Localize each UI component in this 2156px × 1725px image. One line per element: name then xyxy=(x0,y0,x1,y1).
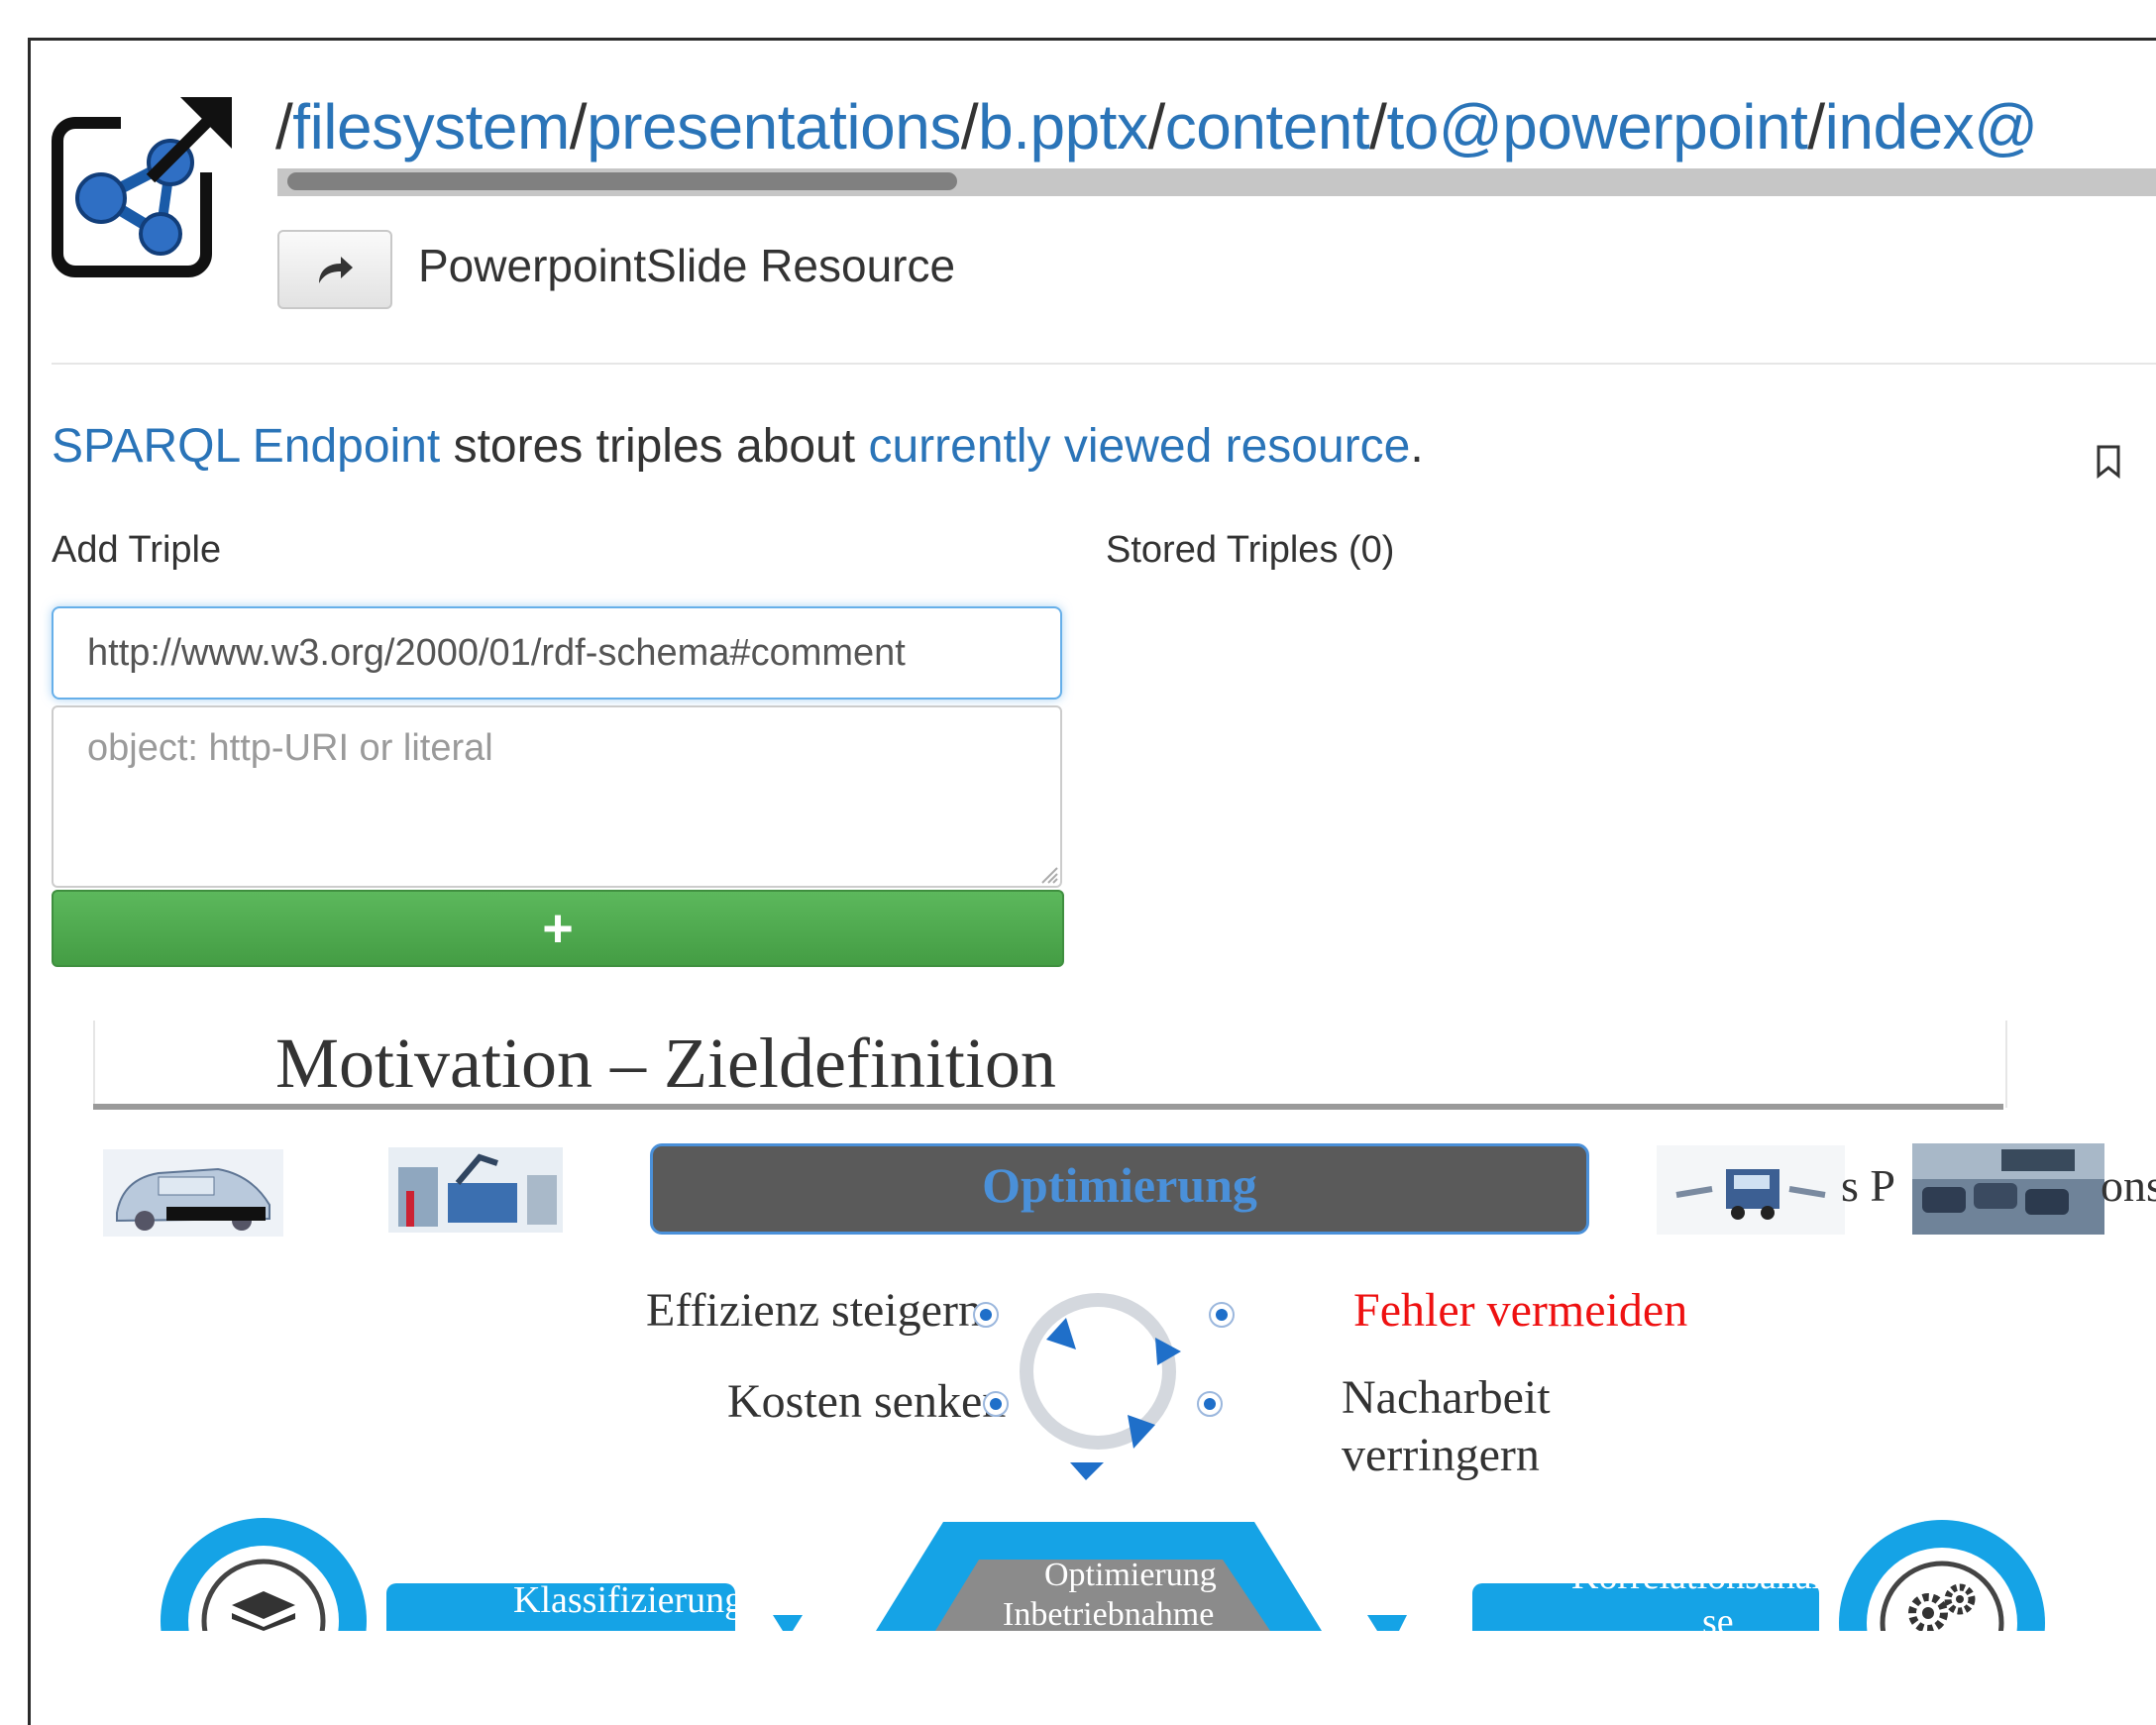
sparql-endpoint-link[interactable]: SPARQL Endpoint xyxy=(52,420,440,473)
resource-type-label: PowerpointSlide Resource xyxy=(418,240,956,291)
path-scrollbar-thumb[interactable] xyxy=(287,172,957,190)
partial-slide-text: s P xyxy=(1841,1160,1895,1211)
share-button[interactable] xyxy=(277,230,392,309)
header-divider xyxy=(52,363,2156,365)
bullet-dot-icon xyxy=(983,1391,1009,1417)
add-triple-heading: Add Triple xyxy=(52,529,222,571)
sparql-info-end: . xyxy=(1410,420,1424,473)
current-resource-link[interactable]: currently viewed resource xyxy=(868,420,1410,473)
goal-reduce-rework-line1: Nacharbeit xyxy=(1342,1371,1551,1424)
path-separator: / xyxy=(275,91,293,162)
optimization-banner: Optimierung xyxy=(650,1143,1589,1235)
sparql-info-middle: stores triples about xyxy=(440,420,869,473)
step-correlation-analysis-line2: se xyxy=(1702,1601,1734,1631)
bullet-dot-icon xyxy=(1209,1302,1235,1328)
linked-data-share-icon[interactable] xyxy=(52,93,238,279)
gears-icon xyxy=(1908,1583,1976,1631)
plus-icon: + xyxy=(542,899,574,958)
goal-avoid-errors: Fehler vermeiden xyxy=(1353,1284,1688,1337)
share-arrow-icon xyxy=(319,257,353,283)
car-sketch-image xyxy=(103,1149,283,1237)
factory-robot-image xyxy=(388,1147,563,1233)
path-separator: / xyxy=(1807,91,1825,162)
bullet-dot-icon xyxy=(1197,1391,1223,1417)
path-segment-filesystem[interactable]: filesystem xyxy=(292,91,570,162)
partial-slide-text-2: ons xyxy=(2101,1160,2156,1211)
path-segment-index[interactable]: index@ xyxy=(1825,91,2038,162)
path-segment-file[interactable]: b.pptx xyxy=(978,91,1148,162)
path-separator: / xyxy=(1369,91,1387,162)
goal-costs: Kosten senken xyxy=(727,1375,1007,1428)
stored-triples-heading: Stored Triples (0) xyxy=(1106,529,1395,571)
cycle-arrows-icon xyxy=(1020,1293,1181,1480)
path-separator: / xyxy=(960,91,979,162)
goal-efficiency: Effizienz steigern xyxy=(646,1284,982,1337)
slide-title: Motivation – Zieldefinition xyxy=(275,1024,1056,1103)
path-separator: / xyxy=(569,91,588,162)
sparql-info-text: SPARQL Endpoint stores triples about cur… xyxy=(52,418,1424,476)
truck-process-image xyxy=(1657,1145,1845,1235)
bullet-dot-icon xyxy=(973,1302,999,1328)
path-segment-content[interactable]: content xyxy=(1165,91,1370,162)
path-separator: / xyxy=(1147,91,1165,162)
path-segment-presentations[interactable]: presentations xyxy=(587,91,961,162)
path-segment-powerpoint[interactable]: to@powerpoint xyxy=(1386,91,1807,162)
textarea-resize-handle[interactable] xyxy=(1038,864,1058,884)
step-optimization: Optimierung xyxy=(1044,1557,1217,1593)
step-correlation-analysis-line1: Korrelationsanaly xyxy=(1571,1556,1842,1597)
step-classification: Klassifizierung xyxy=(513,1579,735,1621)
car-lot-image xyxy=(1912,1143,2104,1235)
resource-path-breadcrumb: /filesystem/presentations/b.pptx/content… xyxy=(275,89,2038,164)
slide-title-rule xyxy=(93,1104,2003,1110)
predicate-input[interactable] xyxy=(52,606,1062,700)
add-triple-button[interactable]: + xyxy=(52,890,1064,967)
slide-preview: Motivation – Zieldefinition Optimierung … xyxy=(0,1021,2156,1631)
bookmark-icon[interactable] xyxy=(2095,444,2122,480)
object-input[interactable] xyxy=(52,705,1062,888)
step-commissioning: Inbetriebnahme xyxy=(1003,1596,1215,1631)
layers-icon xyxy=(232,1591,295,1631)
